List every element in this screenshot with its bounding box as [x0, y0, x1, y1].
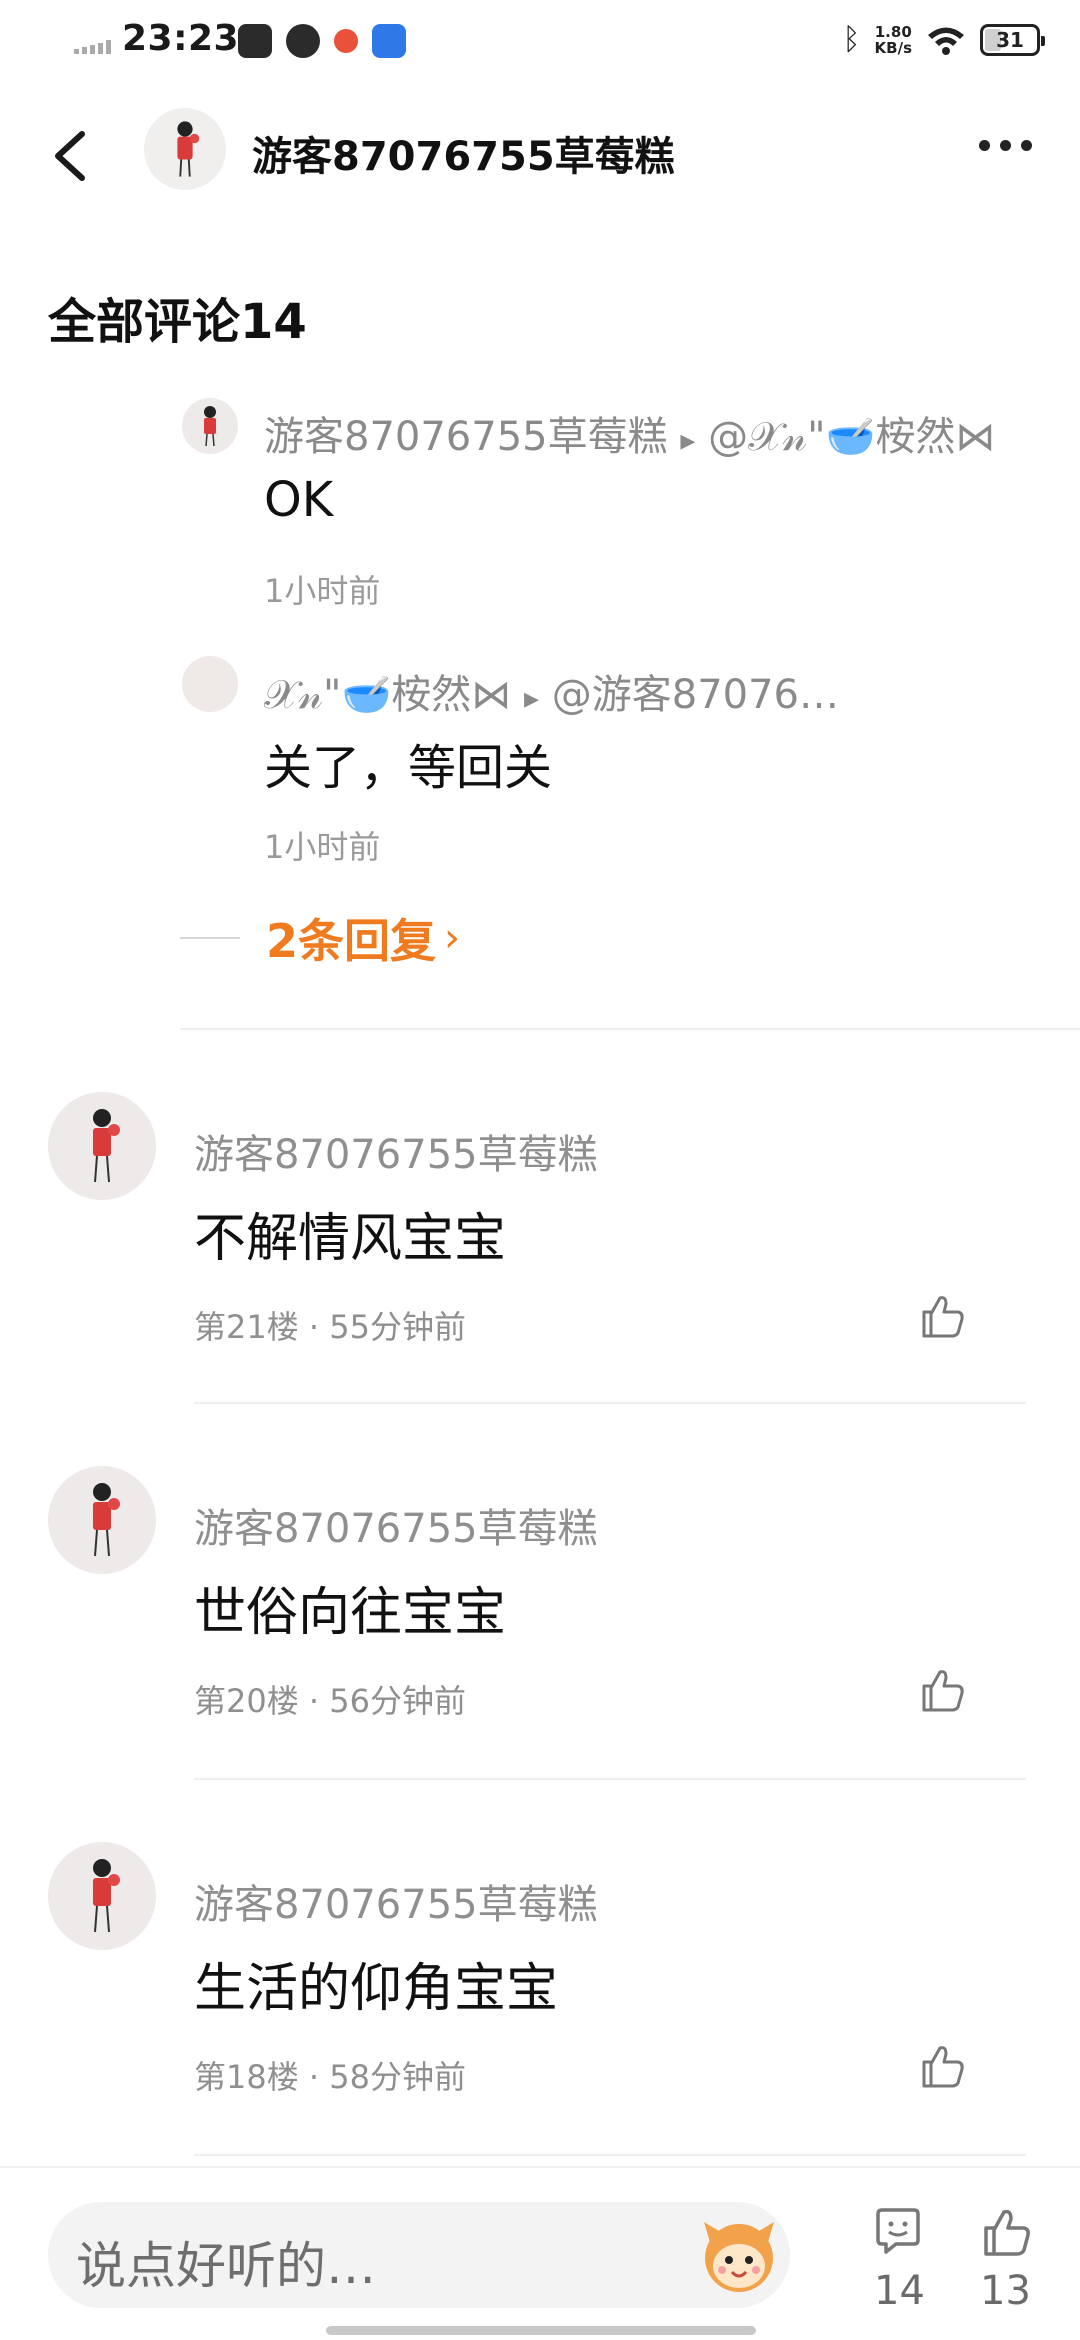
avatar-figure-icon	[93, 1483, 120, 1557]
search-app-icon	[286, 24, 320, 58]
reply-arrow-icon: ▸	[523, 681, 540, 716]
reply-author[interactable]: 𝒳𝓃"🥣桉然⋈	[264, 672, 511, 718]
reply-author[interactable]: 游客87076755草莓糕	[264, 414, 668, 460]
browser-app-icon	[334, 29, 358, 53]
comment-author[interactable]: 游客87076755草莓糕	[194, 1872, 598, 1930]
more-replies-label: 2条回复	[266, 914, 437, 968]
header-avatar[interactable]	[144, 108, 226, 190]
signal-icon	[74, 40, 111, 54]
more-dots-icon[interactable]	[979, 140, 1032, 151]
divider	[194, 1402, 1026, 1404]
thumbs-up-icon[interactable]	[916, 1664, 968, 1716]
divider	[194, 1778, 1026, 1780]
network-speed: 1.80 KB/s	[874, 22, 912, 57]
reply-avatar[interactable]	[182, 398, 238, 454]
comment-author[interactable]: 游客87076755草莓糕	[194, 1496, 598, 1554]
status-indicators: ᛒ 1.80 KB/s 31	[842, 22, 1045, 57]
home-indicator[interactable]	[326, 2326, 756, 2335]
mascot-emoji-icon[interactable]	[696, 2212, 782, 2298]
comment-bubble-icon[interactable]	[870, 2204, 926, 2260]
divider	[194, 2154, 1026, 2156]
reply-header: 游客87076755草莓糕 ▸ @𝒳𝓃"🥣桉然⋈	[264, 404, 995, 462]
comment-count: 14	[874, 2268, 925, 2314]
comment-meta: 第18楼 · 58分钟前	[194, 2058, 466, 2096]
reply-arrow-icon: ▸	[680, 423, 696, 458]
comment-input[interactable]: 说点好听的…	[48, 2202, 790, 2308]
comment-text[interactable]: 不解情风宝宝	[194, 1196, 506, 1271]
comment-meta: 第21楼 · 55分钟前	[194, 1308, 466, 1346]
bottom-action-bar: 说点好听的… 14 13	[0, 2166, 1080, 2340]
more-replies-link[interactable]: 2条回复 ›	[180, 905, 460, 971]
reply-target[interactable]: @游客87076…	[552, 672, 839, 718]
bluetooth-icon: ᛒ	[842, 22, 861, 57]
reply-target[interactable]: @𝒳𝓃"🥣桉然⋈	[708, 414, 995, 460]
comment-input-placeholder: 说点好听的…	[76, 2237, 376, 2295]
thumbs-up-icon[interactable]	[916, 2040, 968, 2092]
comment-avatar[interactable]	[48, 1842, 156, 1950]
header: 游客87076755草莓糕	[0, 100, 1080, 210]
clock: 23:23	[122, 18, 240, 59]
like-count: 13	[980, 2268, 1031, 2314]
reply-avatar[interactable]	[182, 656, 238, 712]
avatar-figure-icon	[93, 1859, 120, 1933]
wifi-icon	[928, 27, 964, 55]
page-title[interactable]: 游客87076755草莓糕	[252, 124, 675, 182]
comment-text[interactable]: 世俗向往宝宝	[194, 1570, 506, 1645]
avatar-figure-icon	[177, 121, 200, 177]
reply-time: 1小时前	[264, 828, 381, 866]
comment-avatar[interactable]	[48, 1092, 156, 1200]
divider-line	[180, 937, 240, 939]
reply-text[interactable]: 关了，等回关	[264, 728, 552, 798]
reply-text[interactable]: OK	[264, 472, 333, 528]
status-bar: 23:23 ᛒ 1.80 KB/s 31	[0, 0, 1080, 86]
reply-time: 1小时前	[264, 572, 381, 610]
divider	[180, 1028, 1080, 1030]
thumbs-up-icon[interactable]	[916, 1290, 968, 1342]
thumbs-up-icon[interactable]	[978, 2204, 1034, 2260]
message-app-icon	[238, 24, 272, 58]
store-app-icon	[372, 24, 406, 58]
comment-author[interactable]: 游客87076755草莓糕	[194, 1122, 598, 1180]
comment-avatar[interactable]	[48, 1466, 156, 1574]
battery-icon: 31	[980, 23, 1045, 56]
comment-text[interactable]: 生活的仰角宝宝	[194, 1946, 558, 2021]
back-arrow-icon[interactable]	[48, 128, 92, 184]
avatar-figure-icon	[204, 406, 216, 447]
avatar-figure-icon	[93, 1109, 120, 1183]
reply-header: 𝒳𝓃"🥣桉然⋈ ▸ @游客87076…	[264, 662, 839, 720]
chevron-right-icon: ›	[444, 915, 461, 961]
comment-meta: 第20楼 · 56分钟前	[194, 1682, 466, 1720]
comments-section-title: 全部评论14	[48, 294, 307, 350]
notification-icons	[238, 24, 406, 58]
